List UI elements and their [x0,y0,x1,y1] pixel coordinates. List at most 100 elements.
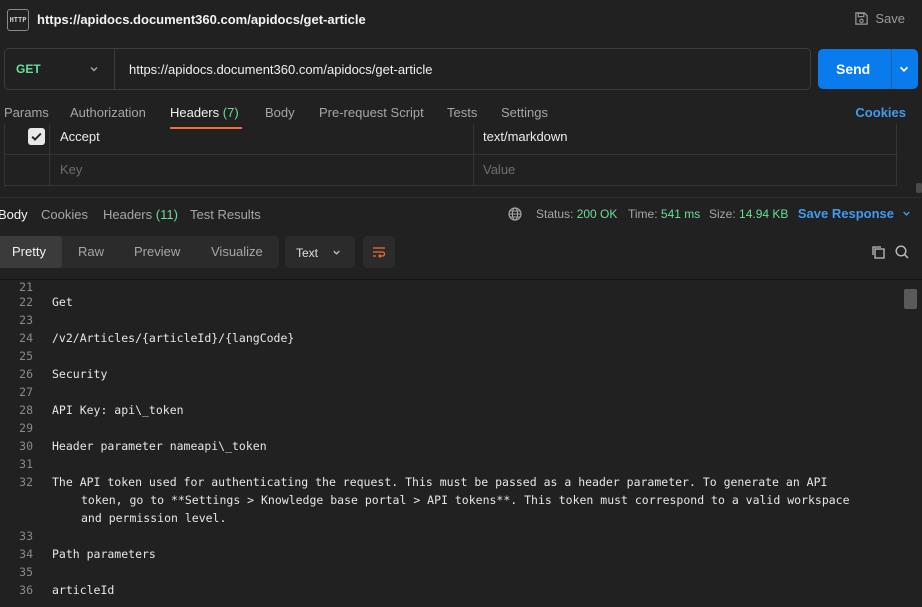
response-body-viewer[interactable]: 21 22 Get 23 24/v2/Articles/{articleId}/{… [0,279,922,607]
column-divider [49,155,50,186]
chevron-down-icon [333,250,340,255]
view-mode-raw[interactable]: Raw [78,244,104,259]
response-tab-body[interactable]: Body [0,207,28,222]
view-mode-visualize[interactable]: Visualize [211,244,263,259]
url-text: https://apidocs.document360.com/apidocs/… [129,61,433,77]
line-number: 33 [19,529,33,543]
size-value: 14.94 KB [739,207,789,221]
send-label: Send [836,61,871,77]
line-text: Security [52,367,108,381]
tab-headers-label: Headers [170,105,220,120]
response-tab-headers[interactable]: Headers (11) [103,207,178,222]
method-select[interactable]: GET [4,48,114,90]
format-label: Text [296,246,319,260]
response-tab-headers-count: (11) [155,207,178,222]
response-tab-headers-label: Headers [103,207,153,222]
url-input[interactable]: https://apidocs.document360.com/apidocs/… [114,48,811,90]
line-number: 25 [19,349,33,363]
line-number: 21 [19,280,33,294]
line-number: 26 [19,367,33,381]
tab-params[interactable]: Params [4,105,49,120]
column-divider [473,155,474,186]
column-divider [473,124,474,155]
response-tab-test-results[interactable]: Test Results [190,207,261,222]
view-mode-preview[interactable]: Preview [134,244,180,259]
header-value-input[interactable]: Value [483,162,515,177]
header-key[interactable]: Accept [60,129,100,144]
tab-authorization[interactable]: Authorization [70,105,146,120]
line-text: articleId [52,583,115,597]
search-icon[interactable] [894,244,910,260]
line-text: Get [52,295,73,309]
line-number: 22 [19,295,33,309]
view-mode-pretty[interactable]: Pretty [12,244,46,259]
tab-pre-request-script[interactable]: Pre-request Script [319,105,424,120]
line-text-continuation: and permission level. [81,511,227,525]
line-text: Header parameter nameapi\_token [52,439,267,453]
send-button[interactable]: Send [818,49,918,89]
wrap-lines-button[interactable] [363,236,395,268]
response-bar: Body Cookies Headers (11) Test Results S… [0,197,922,229]
send-chevron-down-icon[interactable] [897,62,911,76]
status-label: Status: [536,207,574,221]
tab-tests[interactable]: Tests [447,105,477,120]
line-number: 34 [19,547,33,561]
header-row: Accept text/markdown [5,124,898,155]
chevron-down-icon [90,67,98,72]
response-tab-cookies[interactable]: Cookies [41,207,88,222]
line-number: 24 [19,331,33,345]
size-indicator[interactable]: Size: 14.94 KB [709,207,788,221]
line-text-continuation: token, go to **Settings > Knowledge base… [81,493,850,507]
format-dropdown[interactable]: Text [285,236,355,268]
size-label: Size: [709,207,736,221]
checkmark-icon [31,132,42,141]
headers-scrollbar[interactable] [916,183,922,193]
copy-icon[interactable] [870,244,886,260]
line-number: 30 [19,439,33,453]
floppy-disk-icon [855,12,869,25]
status-indicator[interactable]: Status: 200 OK [536,207,617,221]
method-label: GET [16,62,41,76]
response-scrollbar-thumb[interactable] [904,289,917,309]
line-number: 23 [19,313,33,327]
line-text: API Key: api\_token [52,403,184,417]
time-indicator[interactable]: Time: 541 ms [628,207,700,221]
save-label: Save [875,11,905,26]
line-text: Path parameters [52,547,156,561]
send-divider [891,49,892,89]
header-enabled-checkbox[interactable] [28,128,45,145]
header-key-input[interactable]: Key [60,162,82,177]
status-value: 200 OK [576,207,618,221]
response-view-toolbar: Pretty Raw Preview Visualize Text [0,235,922,269]
line-text: The API token used for authenticating th… [52,475,828,489]
line-number: 27 [19,385,33,399]
wrap-lines-icon [373,247,386,258]
save-response-button[interactable]: Save Response [798,206,912,221]
view-mode-segmented-control: Pretty Raw Preview Visualize [0,236,279,268]
line-number: 29 [19,421,33,435]
column-divider [49,124,50,155]
time-value: 541 ms [660,207,701,221]
line-number: 28 [19,403,33,417]
line-number: 36 [19,583,33,597]
chevron-down-icon [903,211,910,216]
tab-headers-count: (7) [222,105,239,120]
request-title[interactable]: https://apidocs.document360.com/apidocs/… [37,12,366,27]
time-label: Time: [628,207,658,221]
save-response-label: Save Response [797,206,894,221]
network-globe-icon[interactable] [507,206,523,222]
header-row-empty: Key Value [5,155,898,186]
tab-body[interactable]: Body [265,105,295,120]
line-number: 35 [19,565,33,579]
line-text: /v2/Articles/{articleId}/{langCode} [52,331,295,345]
line-number: 31 [19,457,33,471]
tab-settings[interactable]: Settings [501,105,548,120]
title-bar: HTTP https://apidocs.document360.com/api… [0,0,922,40]
tab-headers[interactable]: Headers (7) [170,105,239,120]
http-request-icon: HTTP [7,9,29,31]
save-button[interactable]: Save [854,11,905,26]
cookies-link[interactable]: Cookies [855,105,906,120]
header-value[interactable]: text/markdown [483,129,568,144]
headers-table: Accept text/markdown Key Value [4,124,898,186]
line-number: 32 [19,475,33,489]
